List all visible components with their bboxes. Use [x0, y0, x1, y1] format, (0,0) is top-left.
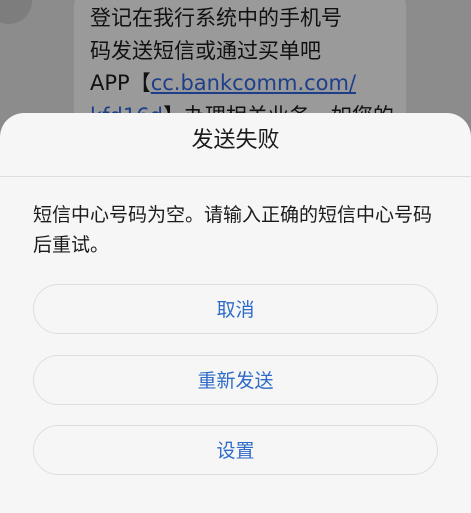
message-line-1: 登记在我行系统中的手机号 [90, 6, 342, 30]
dialog-title: 发送失败 [191, 128, 280, 153]
dialog-divider [0, 176, 471, 177]
resend-button[interactable]: 重新发送 [33, 355, 438, 405]
send-failed-dialog: 发送失败 短信中心号码为空。请输入正确的短信中心号码后重试。 取消 重新发送 设… [0, 113, 471, 513]
message-line-3: APP【cc.bankcomm.com/ [90, 67, 408, 100]
dialog-message: 短信中心号码为空。请输入正确的短信中心号码后重试。 [33, 204, 433, 256]
settings-button[interactable]: 设置 [33, 425, 438, 475]
message-link[interactable]: cc.bankcomm.com/ [151, 71, 356, 95]
message-line-2: 码发送短信或通过买单吧 [90, 38, 321, 63]
cancel-button[interactable]: 取消 [33, 284, 438, 334]
message-app-prefix: APP【 [90, 71, 151, 95]
